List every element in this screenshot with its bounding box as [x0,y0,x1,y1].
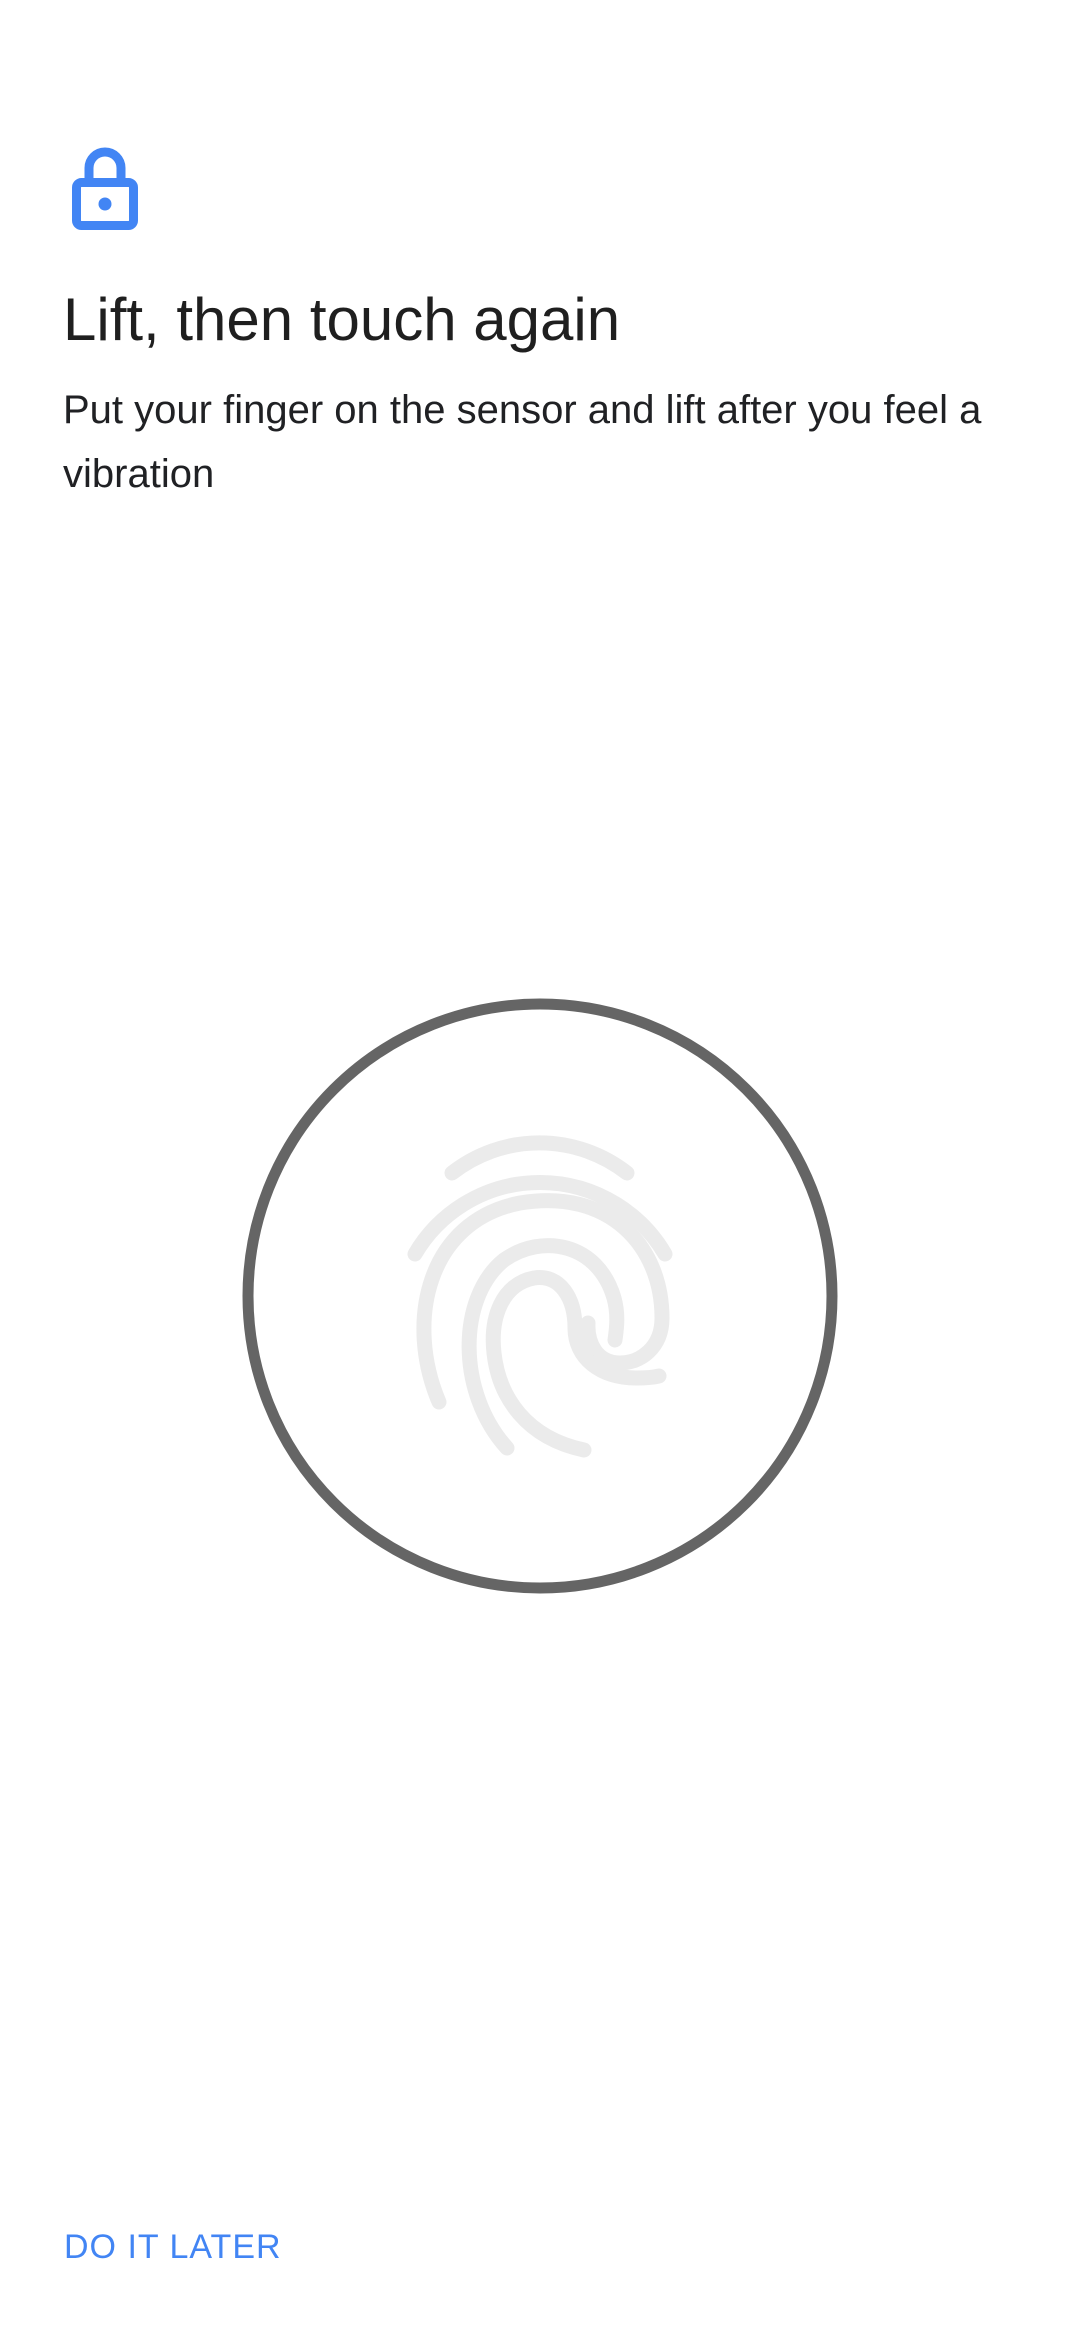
lock-icon [72,147,138,230]
page-title: Lift, then touch again [63,286,621,353]
sensor-ring [242,998,838,1594]
fingerprint-sensor[interactable] [242,998,838,1594]
instruction-text: Put your finger on the sensor and lift a… [63,388,982,496]
do-it-later-button[interactable]: DO IT LATER [48,2216,298,2279]
